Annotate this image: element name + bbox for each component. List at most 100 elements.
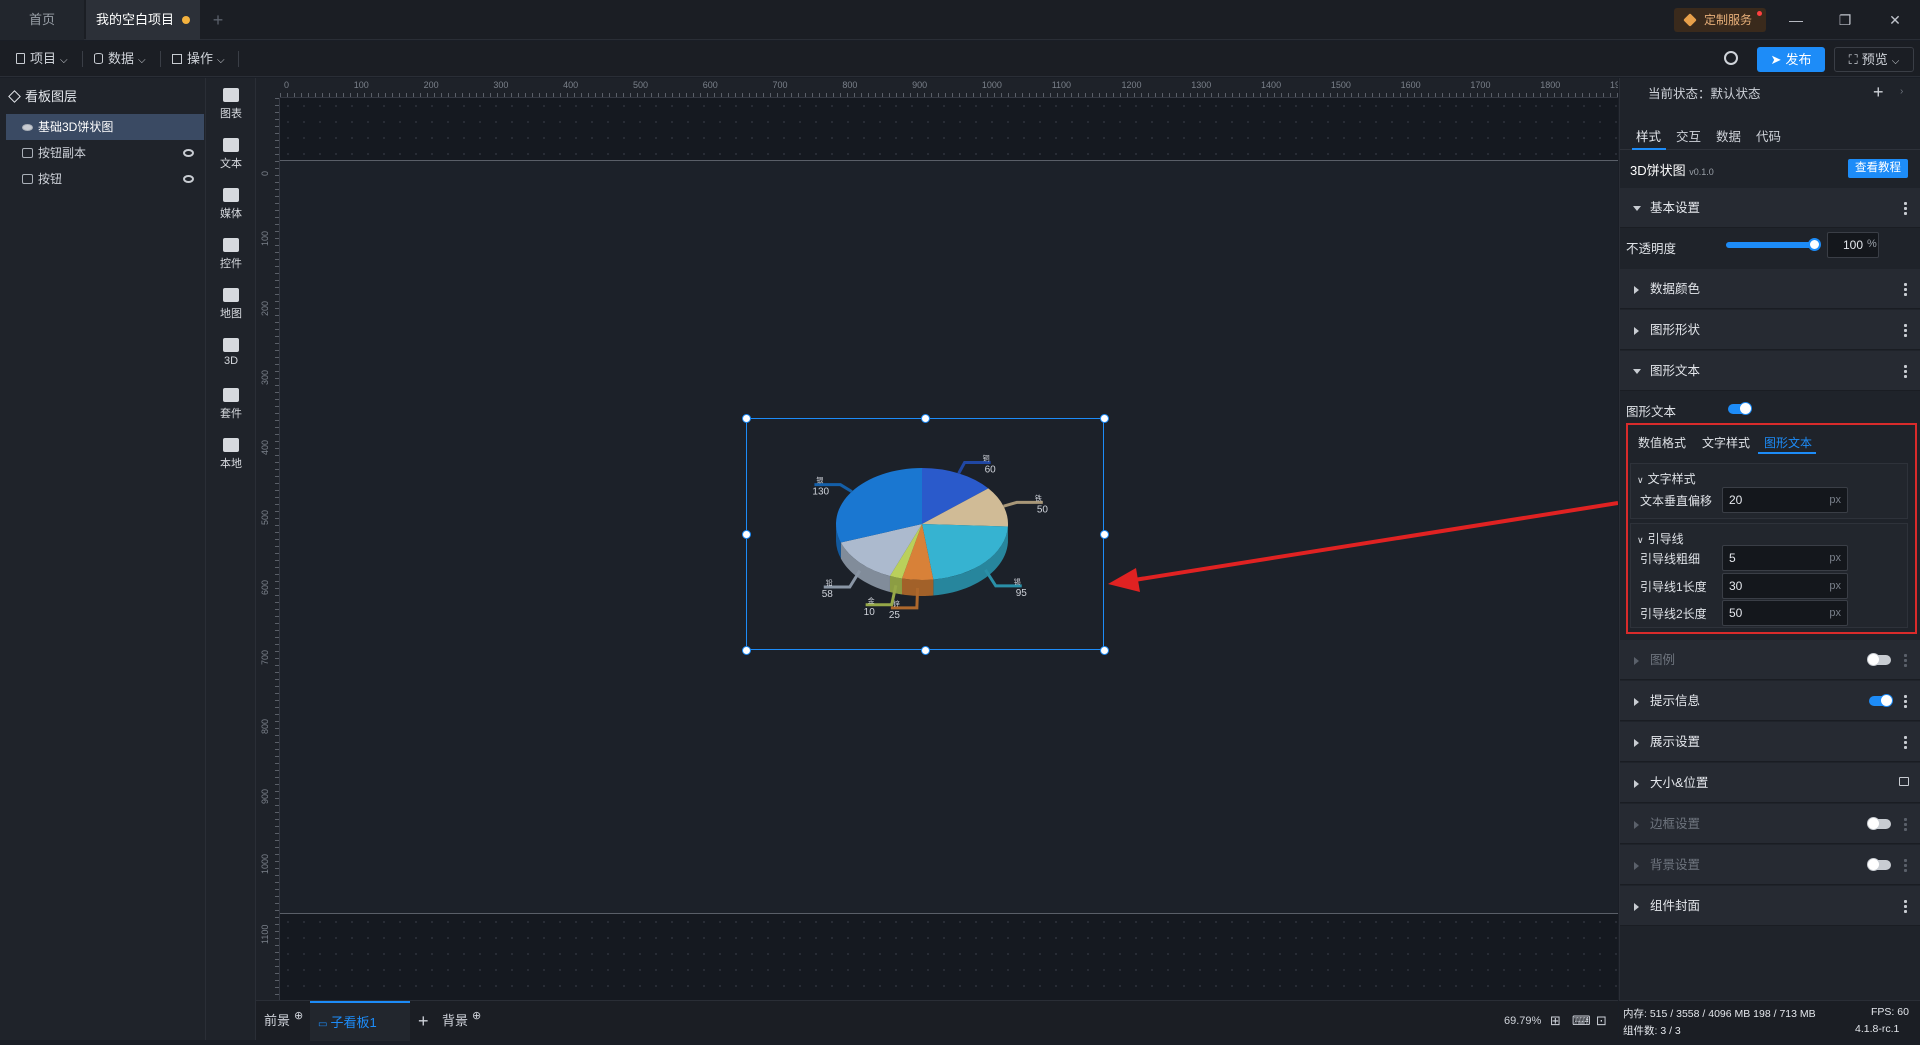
tab-home[interactable]: 首页 (0, 0, 84, 40)
resize-handle[interactable] (742, 646, 751, 655)
tab-foreground[interactable]: 前景⊕ (264, 1001, 303, 1041)
more-icon[interactable] (1904, 201, 1907, 215)
lock-icon[interactable] (1899, 777, 1909, 786)
canvas-area[interactable]: 铜60铁50锡95锌25金10铅58银130 01002003004005006… (256, 78, 1618, 1000)
minimize-button[interactable]: — (1773, 0, 1819, 40)
border-toggle[interactable] (1869, 819, 1891, 829)
opacity-slider-knob[interactable] (1808, 238, 1821, 251)
ruler-tick-label: 1400 (1261, 80, 1281, 90)
subtab-text-style[interactable]: 文字样式 (1702, 434, 1750, 451)
opacity-slider[interactable] (1726, 242, 1814, 248)
tab-style[interactable]: 样式 (1636, 126, 1661, 145)
strip-chart[interactable]: 图表 (206, 78, 256, 128)
menu-data[interactable]: 数据⌵ (90, 41, 146, 77)
close-button[interactable]: ✕ (1872, 0, 1918, 40)
more-icon[interactable] (1904, 364, 1907, 378)
section-label: 提示信息 (1650, 694, 1700, 708)
subtab-shape-text[interactable]: 图形文本 (1764, 434, 1812, 451)
selected-component[interactable]: 铜60铁50锡95锌25金10铅58银130 (746, 418, 1104, 650)
legend-toggle[interactable] (1869, 655, 1891, 665)
layer-item-pie3d[interactable]: 基础3D饼状图 (6, 114, 204, 140)
strip-kit[interactable]: 套件 (206, 378, 256, 428)
section-background[interactable]: 背景设置 (1620, 845, 1920, 885)
strip-3d[interactable]: 3D (206, 328, 256, 378)
section-tooltip[interactable]: 提示信息 (1620, 681, 1920, 721)
fit-screen-icon[interactable]: ⊞ (1550, 1001, 1561, 1041)
more-icon[interactable] (1904, 899, 1907, 913)
add-board-button[interactable]: + (418, 1001, 429, 1041)
resize-handle[interactable] (742, 530, 751, 539)
tab-background[interactable]: 背景⊕ (442, 1001, 481, 1041)
layers-panel: 看板图层 基础3D饼状图 按钮副本 按钮 (0, 78, 206, 1040)
strip-control[interactable]: 控件 (206, 228, 256, 278)
tab-project[interactable]: 我的空白项目 (86, 0, 200, 40)
tab-data[interactable]: 数据 (1716, 126, 1741, 145)
resize-handle[interactable] (1100, 646, 1109, 655)
section-shape-text[interactable]: 图形文本 (1620, 351, 1920, 391)
text-offset-input[interactable]: 20px (1722, 487, 1848, 513)
text-style-group-title[interactable]: ∨文字样式 (1637, 470, 1696, 487)
section-cover[interactable]: 组件封面 (1620, 886, 1920, 926)
layer-item-button-copy[interactable]: 按钮副本 (6, 140, 204, 166)
subtab-number-format[interactable]: 数值格式 (1638, 434, 1686, 451)
more-icon[interactable] (1904, 282, 1907, 296)
background-toggle[interactable] (1869, 860, 1891, 870)
strip-media[interactable]: 媒体 (206, 178, 256, 228)
tutorial-button[interactable]: 查看教程 (1848, 159, 1908, 178)
tab-interaction[interactable]: 交互 (1676, 126, 1701, 145)
zoom-level[interactable]: 69.79% (1504, 1001, 1541, 1041)
more-icon[interactable] (1904, 323, 1907, 337)
more-icon[interactable] (1904, 694, 1907, 708)
menu-operation[interactable]: 操作⌵ (168, 41, 225, 77)
more-icon[interactable] (1904, 817, 1907, 831)
ruler-tick-label: 700 (260, 649, 270, 664)
restore-button[interactable]: ❐ (1822, 0, 1868, 40)
preview-button[interactable]: ⛶预览⌵ (1834, 47, 1914, 72)
more-icon[interactable] (1904, 735, 1907, 749)
guide-line-group-title[interactable]: ∨引导线 (1637, 530, 1684, 547)
strip-map[interactable]: 地图 (206, 278, 256, 328)
strip-label: 套件 (220, 408, 242, 420)
resize-handle[interactable] (921, 646, 930, 655)
hidden-eye-icon[interactable] (183, 175, 194, 183)
tab-sub-board[interactable]: ▭子看板1 (310, 1001, 410, 1041)
section-size-position[interactable]: 大小&位置 (1620, 763, 1920, 803)
add-tab-button[interactable]: + (206, 0, 230, 40)
chevron-right-icon[interactable]: › (1900, 86, 1903, 97)
guide-len2-input[interactable]: 50px (1722, 600, 1848, 626)
menu-project[interactable]: 项目⌵ (12, 41, 68, 77)
add-circle-icon[interactable]: ⊕ (294, 1010, 303, 1022)
resize-handle[interactable] (742, 414, 751, 423)
section-legend[interactable]: 图例 (1620, 640, 1920, 680)
more-icon[interactable] (1904, 653, 1907, 667)
memory-value: 515 / 3558 / 4096 MB (1650, 1008, 1750, 1020)
custom-service-button[interactable]: 定制服务 (1674, 8, 1766, 32)
guide-len1-input[interactable]: 30px (1722, 573, 1848, 599)
section-shape[interactable]: 图形形状 (1620, 310, 1920, 350)
section-display[interactable]: 展示设置 (1620, 722, 1920, 762)
publish-button[interactable]: ➤发布 (1757, 47, 1825, 72)
terminal-icon[interactable]: ⊡ (1596, 1001, 1607, 1041)
add-state-button[interactable]: + (1873, 82, 1884, 103)
shape-text-toggle[interactable] (1728, 404, 1750, 414)
tooltip-toggle[interactable] (1869, 696, 1891, 706)
more-icon[interactable] (1904, 858, 1907, 872)
add-circle-icon[interactable]: ⊕ (472, 1010, 481, 1022)
section-border[interactable]: 边框设置 (1620, 804, 1920, 844)
strip-text[interactable]: 文本 (206, 128, 256, 178)
hidden-eye-icon[interactable] (183, 149, 194, 157)
guide-width-input[interactable]: 5px (1722, 545, 1848, 571)
pie-chart-3d[interactable]: 铜60铁50锡95锌25金10铅58银130 (747, 419, 1105, 651)
layer-item-button[interactable]: 按钮 (6, 166, 204, 192)
strip-local[interactable]: 本地 (206, 428, 256, 478)
resize-handle[interactable] (1100, 530, 1109, 539)
pie-slice-2[interactable] (922, 524, 1008, 580)
section-basic[interactable]: 基本设置 (1620, 188, 1920, 228)
resize-handle[interactable] (921, 414, 930, 423)
resize-handle[interactable] (1100, 414, 1109, 423)
search-icon[interactable] (1724, 51, 1738, 65)
tab-code[interactable]: 代码 (1756, 126, 1781, 145)
section-data-color[interactable]: 数据颜色 (1620, 269, 1920, 309)
keyboard-icon[interactable]: ⌨ (1572, 1001, 1591, 1041)
ruler-tick-label: 1100 (1052, 80, 1071, 90)
